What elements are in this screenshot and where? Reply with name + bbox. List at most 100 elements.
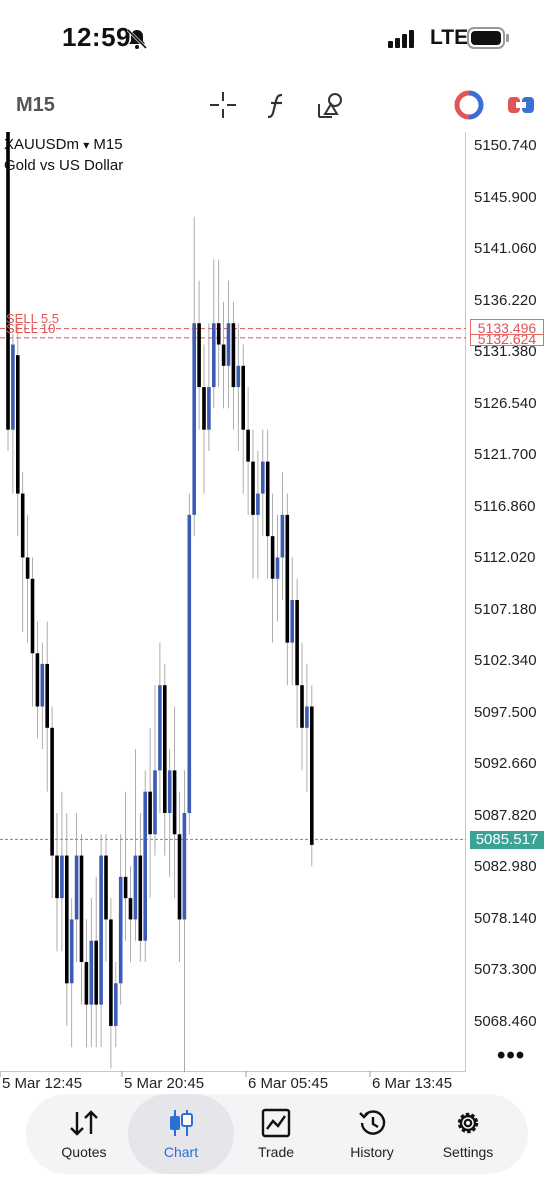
- symbol-timeframe: M15: [93, 136, 123, 153]
- one-click-icon[interactable]: [506, 90, 536, 120]
- candle-body: [246, 429, 250, 462]
- candle-body: [128, 898, 133, 920]
- network-type: LTE: [430, 26, 469, 49]
- candle-body: [192, 323, 196, 515]
- candle-body: [133, 855, 138, 920]
- price-scale-label: 5121.700: [474, 446, 537, 463]
- candle-body: [167, 770, 172, 813]
- tab-label-settings: Settings: [442, 1144, 494, 1160]
- candle-body: [310, 706, 314, 845]
- candle-body: [99, 855, 103, 1005]
- quotes-arrows-icon: [70, 1110, 98, 1136]
- tab-label-trade: Trade: [257, 1144, 295, 1160]
- symbol-dropdown-icon[interactable]: ▾: [83, 138, 89, 152]
- candle-body: [40, 663, 45, 707]
- price-scale-label: 5141.060: [474, 240, 537, 257]
- tab-settings[interactable]: Settings: [418, 1094, 518, 1174]
- candle-body: [197, 323, 201, 388]
- candle-body: [118, 876, 123, 984]
- candle-body: [50, 727, 54, 856]
- candle-body: [216, 323, 221, 345]
- candle-body: [202, 387, 206, 430]
- chart-candles-icon: [170, 1110, 193, 1136]
- candle-body: [280, 514, 285, 558]
- tab-quotes[interactable]: Quotes: [34, 1094, 134, 1174]
- candle-body: [123, 876, 128, 899]
- tab-trade[interactable]: Trade: [226, 1094, 326, 1174]
- candle-body: [226, 323, 231, 366]
- candle-body: [16, 355, 20, 494]
- bid-price-tag: 5085.517: [470, 831, 544, 849]
- order-label-sell-2[interactable]: SELL 10: [6, 321, 55, 336]
- candle-body: [285, 514, 290, 643]
- function-icon[interactable]: [262, 90, 292, 120]
- candle-body: [84, 962, 89, 1005]
- candlestick-plot[interactable]: [0, 132, 466, 1072]
- candle-body: [236, 365, 241, 388]
- candle-body: [261, 461, 265, 494]
- objects-icon[interactable]: [316, 90, 346, 120]
- candle-body: [212, 323, 216, 388]
- price-scale-label: 5097.500: [474, 703, 537, 721]
- candle-body: [158, 685, 162, 771]
- candle-body: [45, 663, 49, 728]
- candle-body: [11, 344, 15, 430]
- price-scale-label: 5082.980: [474, 858, 537, 875]
- candle-body: [241, 365, 245, 430]
- trade-line-icon: [261, 1108, 291, 1138]
- candle-body: [295, 600, 299, 686]
- more-options-button[interactable]: •••: [497, 1042, 525, 1070]
- price-scale-label: 5112.020: [474, 549, 536, 566]
- candle-body: [60, 855, 64, 899]
- history-clock-icon: [359, 1110, 386, 1135]
- candle-body: [20, 493, 25, 558]
- time-ticks: [0, 1071, 371, 1077]
- candle-body: [182, 812, 187, 920]
- price-scale-label: 5102.340: [474, 652, 537, 669]
- candle-body: [35, 653, 40, 707]
- candle-body: [25, 557, 30, 579]
- tab-label-history: History: [350, 1144, 394, 1160]
- candle-body: [256, 493, 260, 515]
- candle-body: [74, 855, 79, 920]
- settings-gear-icon: [457, 1112, 479, 1134]
- tab-label-chart: Chart: [163, 1144, 199, 1160]
- signal-icon: [388, 30, 414, 48]
- candle-body: [207, 387, 211, 430]
- candle-body: [300, 685, 304, 728]
- timeframe-selector[interactable]: M15: [16, 94, 55, 117]
- candle-body: [153, 770, 157, 835]
- candle-body: [69, 919, 74, 984]
- symbol-name: XAUUSDm: [4, 136, 80, 153]
- price-scale-label: 5145.900: [474, 188, 537, 206]
- mute-bell-icon: [126, 28, 148, 50]
- trade-icon[interactable]: [454, 90, 484, 120]
- candle-body: [172, 770, 177, 835]
- candle-body: [163, 685, 167, 813]
- candle-body: [79, 855, 84, 963]
- symbol-title[interactable]: XAUUSDm ▾ M15: [4, 136, 123, 153]
- price-scale-label: 5116.860: [474, 497, 536, 515]
- candle-body: [138, 855, 143, 941]
- bottom-tab-bar: Quotes Chart Trade History Settings: [26, 1094, 528, 1174]
- tab-history[interactable]: History: [322, 1094, 422, 1174]
- status-bar: 12:59 LTE: [0, 0, 554, 76]
- price-scale-label: 5107.180: [474, 600, 537, 618]
- order-price-tag-1: 5133.496: [470, 319, 544, 336]
- candle-body: [94, 940, 98, 1005]
- candle-body: [251, 461, 255, 515]
- status-time: 12:59: [62, 22, 131, 52]
- tab-chart[interactable]: Chart: [128, 1094, 234, 1174]
- candle-body: [104, 855, 108, 920]
- candle-body: [265, 461, 270, 537]
- candle-body: [114, 983, 118, 1026]
- crosshair-icon[interactable]: [208, 90, 238, 120]
- chart-toolbar: M15: [0, 84, 554, 128]
- battery-icon: [467, 27, 509, 49]
- price-scale-label: 5092.660: [474, 755, 537, 772]
- candle-body: [187, 514, 192, 813]
- candle-body: [177, 834, 182, 920]
- candle-body: [109, 919, 113, 1026]
- candle-body: [89, 940, 94, 1005]
- candle-body: [6, 132, 10, 430]
